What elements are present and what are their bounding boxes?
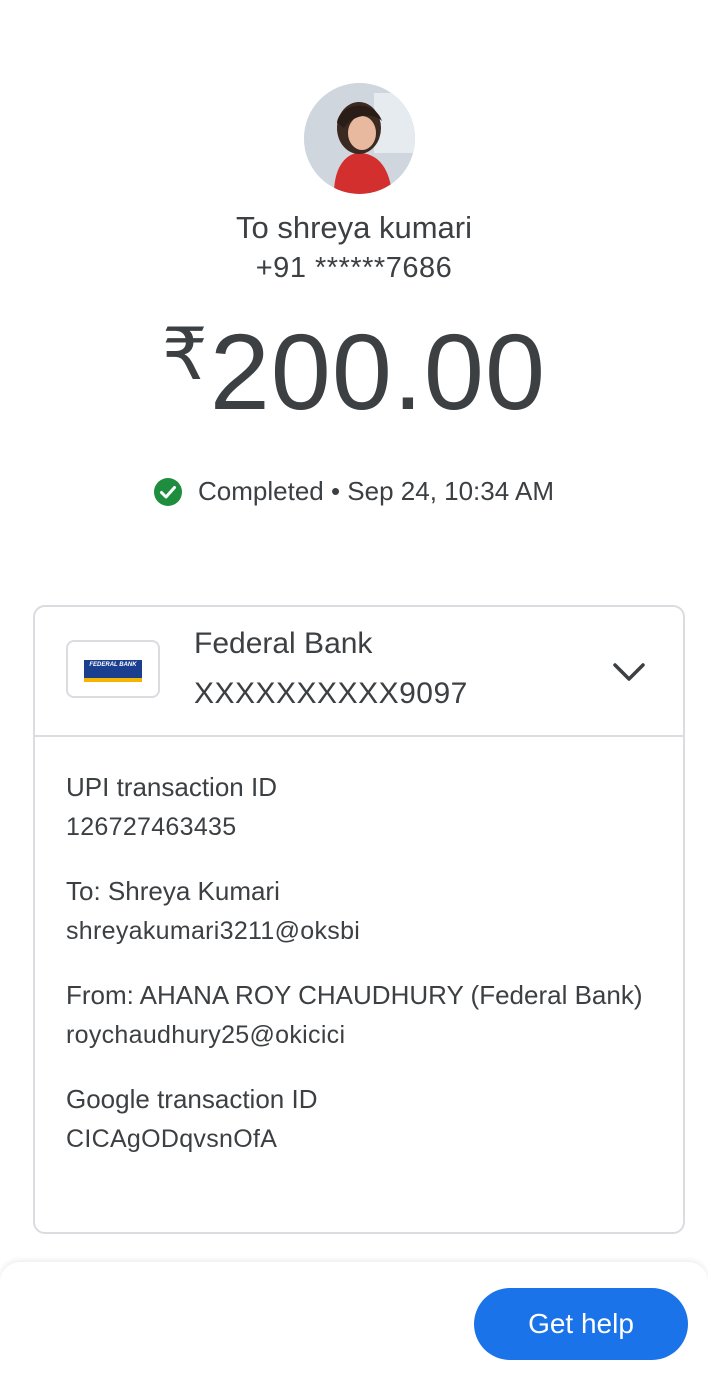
check-circle-icon xyxy=(154,477,182,506)
to-label: To: Shreya Kumari xyxy=(66,876,280,906)
bank-account-number: XXXXXXXXXX9097 xyxy=(194,677,468,710)
google-transaction-id-label: Google transaction ID xyxy=(66,1084,318,1114)
bank-name: Federal Bank xyxy=(194,627,373,660)
chevron-down-icon[interactable] xyxy=(611,655,647,691)
bottom-action-bar: Get help xyxy=(0,1262,708,1376)
google-transaction-id-value: CICAgODqvsnOfA xyxy=(66,1125,278,1153)
get-help-button[interactable]: Get help xyxy=(474,1288,688,1360)
amount-value: 200.00 xyxy=(209,311,547,432)
payment-amount: ₹200.00 xyxy=(0,318,708,426)
transaction-details: UPI transaction ID 126727463435 To: Shre… xyxy=(66,767,652,1159)
recipient-phone: +91 ******7686 xyxy=(255,252,453,284)
recipient-name: To shreya kumari xyxy=(235,210,473,245)
from-upi-id: roychaudhury25@okicici xyxy=(66,1021,346,1049)
bank-logo: FEDERAL BANK xyxy=(66,640,160,698)
bank-logo-text: FEDERAL BANK xyxy=(89,662,137,668)
avatar-photo xyxy=(304,83,415,194)
currency-symbol: ₹ xyxy=(161,315,208,395)
transaction-details-card: FEDERAL BANK Federal Bank XXXXXXXXXX9097… xyxy=(33,605,685,1234)
bank-account-header[interactable]: FEDERAL BANK Federal Bank XXXXXXXXXX9097 xyxy=(35,607,683,737)
payment-status: Completed • Sep 24, 10:34 AM xyxy=(0,476,708,507)
status-text: Completed • Sep 24, 10:34 AM xyxy=(198,476,554,506)
upi-transaction-id-value: 126727463435 xyxy=(66,813,237,841)
recipient-avatar xyxy=(304,83,415,194)
upi-transaction-id-label: UPI transaction ID xyxy=(66,772,277,802)
to-upi-id: shreyakumari3211@oksbi xyxy=(66,917,361,945)
from-label: From: AHANA ROY CHAUDHURY (Federal Bank) xyxy=(66,980,643,1010)
